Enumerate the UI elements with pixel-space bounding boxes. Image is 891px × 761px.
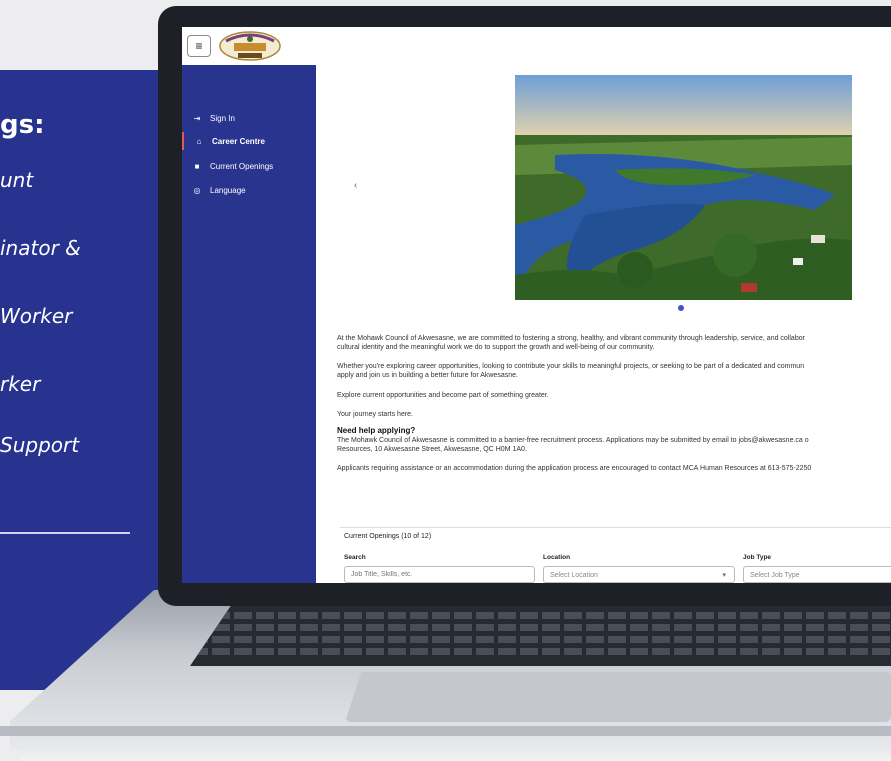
hamburger-icon: ≡ bbox=[195, 39, 203, 53]
promo-line: inator & bbox=[0, 236, 81, 260]
carousel-indicator-dot[interactable] bbox=[678, 305, 684, 311]
current-openings-panel: Current Openings (10 of 12) Search Locat… bbox=[340, 527, 891, 583]
promo-line: Support bbox=[0, 433, 80, 457]
intro-paragraph: At the Mohawk Council of Akwesasne, we a… bbox=[337, 335, 805, 342]
sidebar-item-label: Sign In bbox=[210, 113, 235, 123]
promo-line: rker bbox=[0, 372, 41, 396]
home-icon: ⌂ bbox=[196, 136, 202, 146]
app-header: ≡ bbox=[182, 27, 891, 66]
sidebar: ⇥ Sign In ⌂ Career Centre ■ Current Open… bbox=[182, 65, 316, 583]
help-heading: Need help applying? bbox=[337, 426, 416, 435]
promo-heading: gs: bbox=[0, 110, 45, 140]
promo-divider bbox=[0, 532, 130, 534]
help-paragraph: Resources, 10 Akwesasne Street, Akwesasn… bbox=[337, 446, 527, 453]
sidebar-item-sign-in[interactable]: ⇥ Sign In bbox=[182, 109, 316, 127]
sidebar-item-label: Language bbox=[210, 185, 246, 195]
laptop-keyboard bbox=[190, 604, 891, 666]
jobtype-select[interactable]: Select Job Type bbox=[743, 566, 891, 583]
jobtype-select-value: Select Job Type bbox=[750, 572, 800, 579]
intro-paragraph: apply and join us in building a better f… bbox=[337, 372, 518, 379]
intro-paragraph: cultural identity and the meaningful wor… bbox=[337, 344, 655, 351]
laptop-front-edge bbox=[0, 726, 891, 736]
openings-title: Current Openings (10 of 12) bbox=[344, 533, 432, 540]
intro-paragraph: Explore current opportunities and become… bbox=[337, 392, 549, 399]
accommodation-paragraph: Applicants requiring assistance or an ac… bbox=[337, 465, 812, 472]
main-content: ‹ At the Mohawk Council of Akwesasne, we… bbox=[316, 65, 891, 583]
sidebar-item-label: Current Openings bbox=[210, 161, 274, 171]
sidebar-item-career-centre[interactable]: ⌂ Career Centre bbox=[182, 132, 318, 150]
search-label: Search bbox=[344, 554, 366, 561]
intro-paragraph: Whether you're exploring career opportun… bbox=[337, 363, 805, 370]
council-logo bbox=[219, 31, 281, 61]
sidebar-item-language[interactable]: ◎ Language bbox=[182, 181, 316, 199]
help-paragraph: The Mohawk Council of Akwesasne is commi… bbox=[337, 437, 809, 444]
laptop-screen: ≡ ⇥ Sign In ⌂ Career Centre ■ Current Op… bbox=[182, 27, 891, 583]
jobtype-label: Job Type bbox=[743, 554, 772, 561]
intro-paragraph: Your journey starts here. bbox=[337, 411, 414, 418]
menu-button[interactable]: ≡ bbox=[187, 35, 211, 57]
laptop-trackpad bbox=[345, 672, 891, 722]
location-select-value: Select Location bbox=[550, 572, 598, 579]
search-input[interactable] bbox=[344, 566, 535, 583]
carousel-prev-button[interactable]: ‹ bbox=[354, 180, 357, 191]
promo-line: Worker bbox=[0, 304, 73, 328]
sign-in-icon: ⇥ bbox=[193, 113, 201, 123]
briefcase-icon: ■ bbox=[194, 161, 200, 171]
location-select[interactable]: Select Location ▾ bbox=[543, 566, 735, 583]
promo-line: unt bbox=[0, 168, 34, 192]
location-label: Location bbox=[543, 554, 571, 561]
chevron-down-icon: ▾ bbox=[722, 572, 726, 579]
sidebar-item-label: Career Centre bbox=[212, 136, 265, 146]
sidebar-item-current-openings[interactable]: ■ Current Openings bbox=[182, 157, 316, 175]
hero-landscape-image bbox=[515, 75, 852, 300]
globe-icon: ◎ bbox=[193, 185, 201, 195]
promo-panel: gs: unt inator & Worker rker Support bbox=[0, 70, 165, 690]
